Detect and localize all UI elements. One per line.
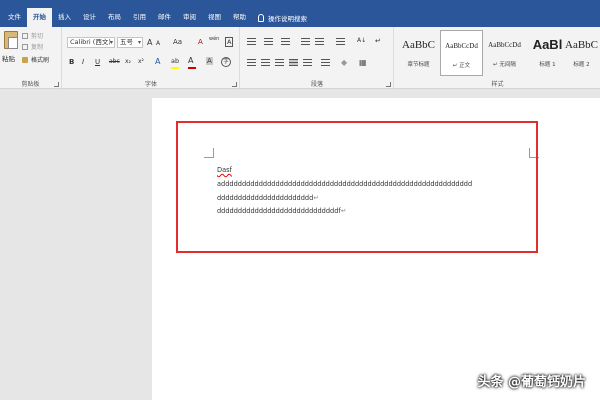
copy-button[interactable]: 复制: [22, 42, 43, 51]
superscript-button[interactable]: x²: [138, 58, 144, 65]
font-group: Calibri (西文) 五号 A A Aa A wén A B I U abc…: [63, 27, 240, 89]
align-left-icon[interactable]: [247, 59, 256, 66]
ribbon: 粘贴 剪切 复制 格式刷 剪贴板 Calibri (西文) 五号 A A Aa …: [0, 27, 600, 89]
paragraph-group: A↓ ↵ ◆ ▦ 段落: [241, 27, 394, 89]
watermark: 头条 @葡萄钙奶片: [477, 375, 586, 390]
tab-file[interactable]: 文件: [2, 8, 27, 27]
shrink-font-button[interactable]: A: [156, 40, 160, 47]
sort-button[interactable]: A↓: [357, 37, 366, 44]
title-bar: [0, 0, 600, 8]
enclose-char-button[interactable]: 字: [221, 57, 231, 67]
italic-button[interactable]: I: [82, 58, 84, 66]
borders-icon[interactable]: ▦: [359, 58, 367, 67]
brush-icon: [22, 56, 28, 63]
highlight-color-bar: [171, 67, 179, 69]
paste-button[interactable]: 粘贴: [2, 53, 15, 63]
strikethrough-button[interactable]: abc: [109, 58, 120, 65]
cut-button[interactable]: 剪切: [22, 31, 43, 40]
style-chapter-title[interactable]: AaBbC 章节标题: [397, 30, 440, 76]
align-right-icon[interactable]: [275, 59, 284, 66]
tell-me-label: 操作说明搜索: [268, 14, 307, 23]
copy-icon: [22, 43, 28, 50]
text-effects-button[interactable]: A: [155, 57, 160, 66]
clipboard-group: 粘贴 剪切 复制 格式刷 剪贴板: [0, 27, 62, 89]
paste-icon[interactable]: [4, 31, 18, 49]
styles-group-label: 样式: [491, 81, 504, 88]
multilevel-list-icon[interactable]: [281, 38, 290, 45]
highlight-button[interactable]: ab: [171, 57, 179, 65]
tab-design[interactable]: 设计: [77, 8, 102, 27]
paragraph-launcher-icon[interactable]: [386, 82, 391, 87]
bullets-icon[interactable]: [247, 38, 256, 45]
align-center-icon[interactable]: [261, 59, 270, 66]
show-marks-button[interactable]: ↵: [375, 37, 381, 45]
line-spacing-icon[interactable]: [321, 59, 330, 66]
tab-mailings[interactable]: 邮件: [152, 8, 177, 27]
justify-icon[interactable]: [289, 59, 298, 66]
grow-font-button[interactable]: A: [147, 38, 152, 47]
change-case-button[interactable]: Aa: [173, 38, 182, 46]
paragraph-group-label: 段落: [310, 81, 323, 88]
increase-indent-icon[interactable]: [315, 38, 324, 45]
tab-view[interactable]: 视图: [202, 8, 227, 27]
decrease-indent-icon[interactable]: [301, 38, 310, 45]
clipboard-group-label: 剪贴板: [21, 81, 40, 88]
tab-references[interactable]: 引用: [127, 8, 152, 27]
font-color-bar: [188, 67, 196, 69]
distributed-icon[interactable]: [303, 59, 312, 66]
numbering-icon[interactable]: [264, 38, 273, 45]
shading-icon[interactable]: ◆: [341, 58, 347, 67]
left-margin-area: [0, 90, 150, 400]
ribbon-tab-bar: 文件 开始 插入 设计 布局 引用 邮件 审阅 视图 帮助 操作说明搜索: [0, 8, 600, 27]
underline-button[interactable]: U: [95, 58, 100, 66]
scissors-icon: [22, 32, 28, 39]
phonetic-guide-button[interactable]: wén: [209, 36, 219, 42]
font-group-label: 字体: [144, 81, 157, 88]
style-heading-2[interactable]: AaBbC 标题 2: [563, 30, 600, 76]
char-shading-button[interactable]: A: [206, 57, 213, 65]
tell-me-search[interactable]: 操作说明搜索: [258, 13, 307, 23]
tab-review[interactable]: 审阅: [177, 8, 202, 27]
chinese-layout-icon[interactable]: [336, 38, 345, 45]
tab-layout[interactable]: 布局: [102, 8, 127, 27]
tab-home[interactable]: 开始: [27, 8, 52, 27]
font-name-select[interactable]: Calibri (西文): [67, 37, 115, 48]
tab-insert[interactable]: 插入: [52, 8, 77, 27]
style-normal[interactable]: AaBbCcDd ↵ 正文: [440, 30, 483, 76]
styles-gallery: AaBbC 章节标题 AaBbCcDd ↵ 正文 AaBbCcDd ↵ 无间隔 …: [397, 30, 600, 78]
format-painter-button[interactable]: 格式刷: [22, 55, 49, 64]
red-highlight-box: [176, 121, 538, 253]
font-size-select[interactable]: 五号: [117, 37, 143, 48]
style-no-spacing[interactable]: AaBbCcDd ↵ 无间隔: [483, 30, 526, 76]
subscript-button[interactable]: x₂: [125, 58, 131, 65]
char-border-button[interactable]: A: [225, 37, 234, 47]
font-color-button[interactable]: A: [188, 56, 193, 65]
lightbulb-icon: [258, 13, 264, 22]
tab-help[interactable]: 帮助: [227, 8, 252, 27]
clear-format-button[interactable]: A: [198, 38, 203, 46]
clipboard-launcher-icon[interactable]: [54, 82, 59, 87]
font-launcher-icon[interactable]: [232, 82, 237, 87]
bold-button[interactable]: B: [69, 58, 74, 66]
